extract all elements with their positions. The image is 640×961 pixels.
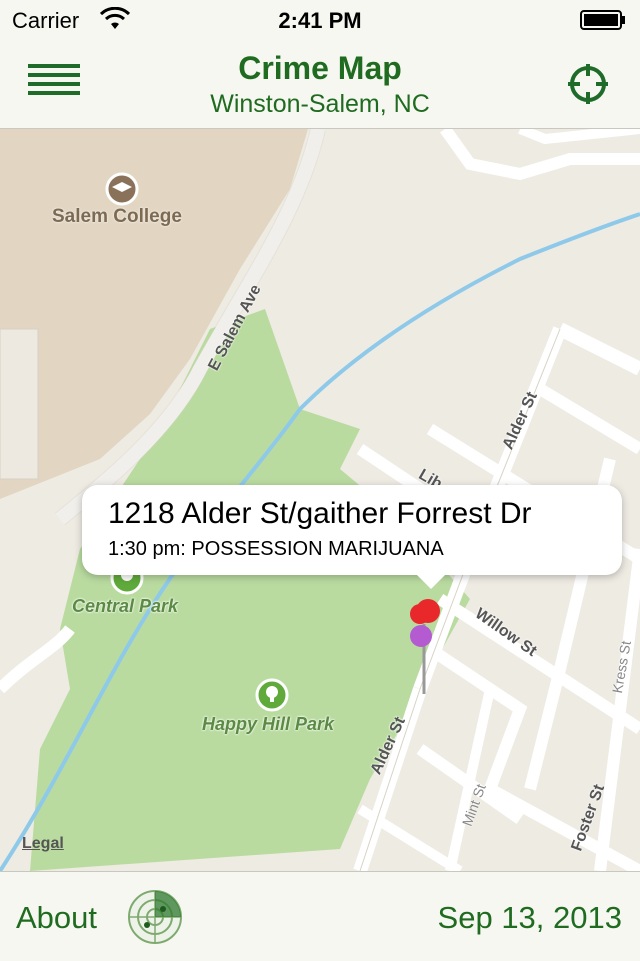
navigation-bar: Crime Map Winston-Salem, NC — [0, 40, 640, 129]
page-title: Crime Map — [238, 50, 402, 86]
poi-label-salem-college: Salem College — [52, 206, 182, 227]
happy-hill-tree-icon — [255, 678, 289, 712]
poi-label-happy-hill-park: Happy Hill Park — [202, 714, 335, 734]
bottom-toolbar: About Sep 13, 2013 — [0, 871, 640, 961]
callout-address: 1218 Alder St/gaither Forrest Dr — [108, 497, 532, 530]
about-button[interactable]: About — [16, 900, 97, 936]
battery-icon — [580, 10, 625, 30]
radar-icon[interactable] — [127, 889, 183, 945]
graduation-cap-icon — [105, 172, 139, 206]
poi-label-central-park: Central Park — [72, 596, 179, 616]
date-label[interactable]: Sep 13, 2013 — [438, 900, 622, 936]
callout-details: 1:30 pm: POSSESSION MARIJUANA — [108, 538, 444, 560]
locate-me-icon[interactable] — [566, 62, 610, 106]
legal-link[interactable]: Legal — [22, 835, 64, 853]
clock: 2:41 PM — [278, 8, 362, 33]
status-bar: Carrier 2:41 PM — [0, 0, 640, 40]
incident-callout[interactable]: 1218 Alder St/gaither Forrest Dr 1:30 pm… — [82, 485, 622, 589]
page-subtitle: Winston-Salem, NC — [210, 90, 430, 118]
